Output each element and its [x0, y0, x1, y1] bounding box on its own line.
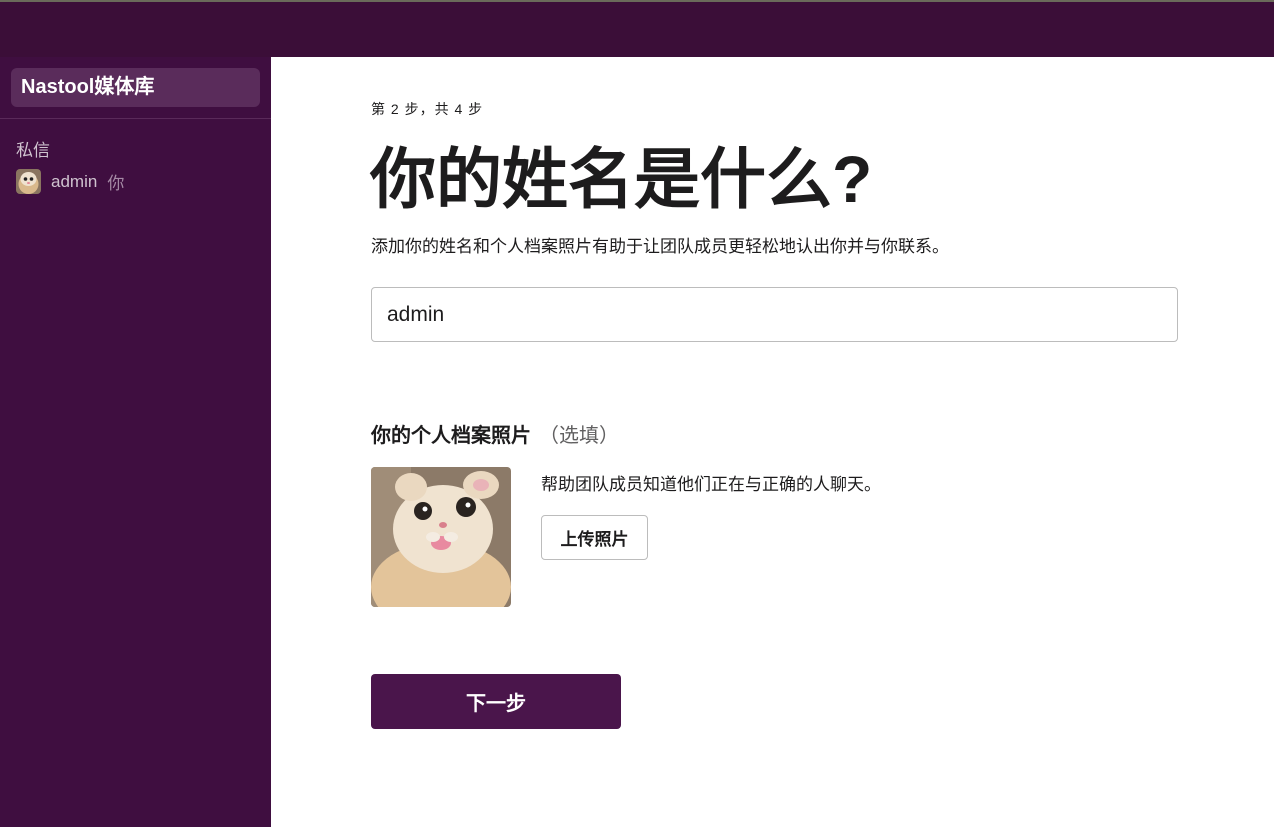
upload-photo-button[interactable]: 上传照片 — [541, 515, 648, 560]
photo-optional-label: （选填） — [539, 425, 619, 447]
name-input[interactable] — [371, 287, 1178, 342]
profile-photo — [371, 467, 511, 607]
workspace-header: Nastool媒体库 — [0, 57, 271, 119]
direct-messages-label[interactable]: 私信 — [0, 119, 271, 161]
sidebar: Nastool媒体库 私信 admin 你 — [0, 57, 271, 827]
page-subtitle: 添加你的姓名和个人档案照片有助于让团队成员更轻松地认出你并与你联系。 — [371, 237, 949, 256]
sidebar-item-admin[interactable]: admin 你 — [0, 161, 271, 194]
photo-help-text: 帮助团队成员知道他们正在与正确的人聊天。 — [541, 475, 881, 494]
you-tag: 你 — [107, 174, 125, 193]
photo-heading-label: 你的个人档案照片 — [371, 425, 531, 447]
photo-heading: 你的个人档案照片 （选填） — [371, 419, 619, 448]
workspace-name-button[interactable]: Nastool媒体库 — [11, 68, 260, 107]
step-indicator: 第 2 步，共 4 步 — [371, 101, 484, 117]
next-step-button[interactable]: 下一步 — [371, 674, 621, 729]
dm-name: admin — [51, 171, 98, 191]
cat-avatar-icon — [16, 169, 41, 194]
top-bar — [0, 0, 1274, 57]
main-panel: 第 2 步，共 4 步 你的姓名是什么? 添加你的姓名和个人档案照片有助于让团队… — [271, 57, 1274, 827]
cat-photo-icon — [371, 467, 511, 607]
page-title: 你的姓名是什么? — [370, 142, 873, 216]
